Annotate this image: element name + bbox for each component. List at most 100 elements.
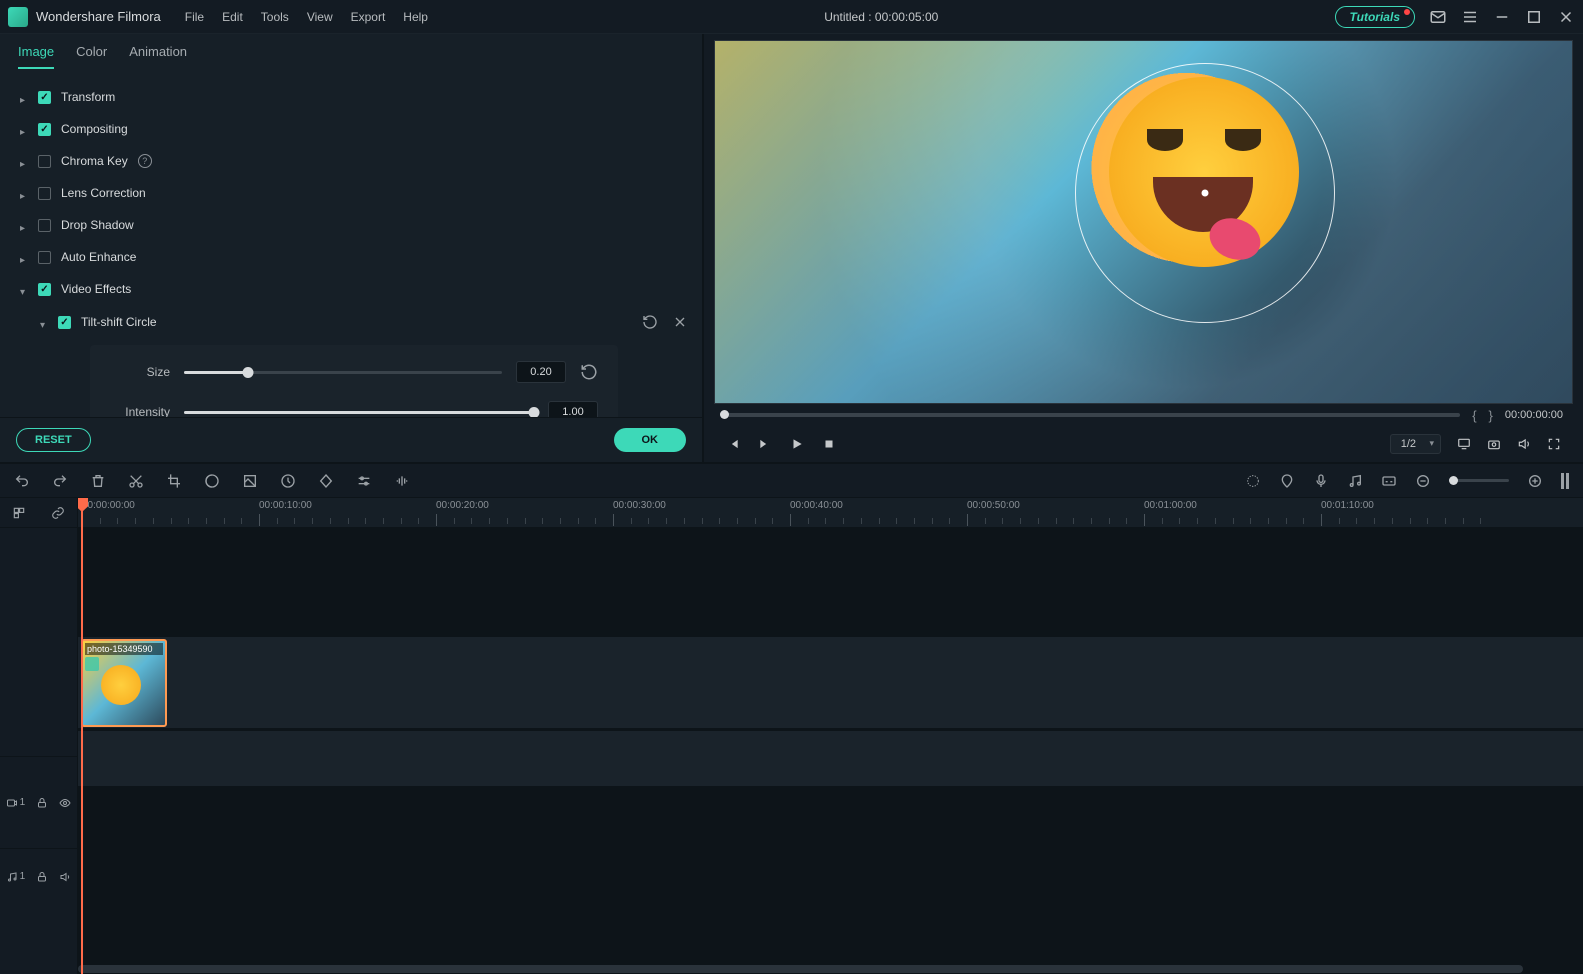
audio-wave-icon[interactable] [394,473,410,489]
checkbox-compositing[interactable] [38,123,51,136]
zoom-fit-icon[interactable] [1561,473,1569,489]
play-button[interactable] [790,437,804,451]
menu-view[interactable]: View [307,10,333,24]
tab-animation[interactable]: Animation [129,44,187,69]
caret-right-icon [20,252,30,262]
document-title: Untitled : 00:00:05:00 [428,10,1335,24]
checkbox-vfx[interactable] [38,283,51,296]
intensity-slider[interactable] [184,411,534,414]
fullscreen-icon[interactable] [1547,437,1561,451]
properties-panel: Image Color Animation Transform Composit… [0,34,704,462]
green-screen-icon[interactable] [242,473,258,489]
preview-canvas[interactable] [714,40,1573,404]
menu-file[interactable]: File [185,10,204,24]
size-slider[interactable] [184,371,502,374]
playhead[interactable] [81,498,83,974]
menu-edit[interactable]: Edit [222,10,243,24]
adjust-icon[interactable] [356,473,372,489]
lock-track-icon[interactable] [36,797,48,809]
lock-audio-icon[interactable] [36,871,48,883]
cut-icon[interactable] [128,473,144,489]
maximize-button[interactable] [1525,8,1543,26]
size-value[interactable]: 0.20 [516,361,566,383]
delete-icon[interactable] [90,473,106,489]
speed-icon[interactable] [280,473,296,489]
audio-mixer-icon[interactable] [1347,473,1363,489]
link-icon[interactable] [51,506,65,520]
ruler-mark: 00:01:00:00 [1144,500,1197,511]
display-icon[interactable] [1457,437,1471,451]
checkbox-tilt[interactable] [58,316,71,329]
mark-out-icon[interactable]: } [1489,408,1493,423]
ruler-mark: 00:00:30:00 [613,500,666,511]
visibility-track-icon[interactable] [59,797,71,809]
volume-icon[interactable] [1517,437,1531,451]
prop-compositing[interactable]: Compositing [14,113,688,145]
reset-effect-icon[interactable] [642,314,658,330]
menu-help[interactable]: Help [403,10,428,24]
prop-tilt-shift[interactable]: Tilt-shift Circle [14,305,688,339]
video-track[interactable]: photo-15349590 [78,636,1583,728]
reset-button[interactable]: RESET [16,428,91,452]
ruler-mark: 00:00:10:00 [259,500,312,511]
crop-icon[interactable] [166,473,182,489]
prop-video-effects[interactable]: Video Effects [14,273,688,305]
close-button[interactable] [1557,8,1575,26]
zoom-out-icon[interactable] [1415,473,1431,489]
redo-icon[interactable] [52,473,68,489]
caption-icon[interactable] [1381,473,1397,489]
preview-quality-select[interactable]: 1/2 [1390,434,1441,454]
titlebar: Wondershare Filmora File Edit Tools View… [0,0,1583,34]
checkbox-transform[interactable] [38,91,51,104]
next-frame-button[interactable] [758,437,772,451]
effect-badge-icon [85,657,99,671]
help-icon[interactable]: ? [138,154,152,168]
mute-audio-icon[interactable] [59,871,71,883]
timeline-ruler[interactable]: 00:00:00:0000:00:10:0000:00:20:0000:00:3… [78,498,1583,528]
render-icon[interactable] [1245,473,1261,489]
stop-button[interactable] [822,437,836,451]
caret-right-icon [20,220,30,230]
intensity-label: Intensity [110,405,170,417]
prev-frame-button[interactable] [726,437,740,451]
marker-icon[interactable] [1279,473,1295,489]
prop-lens-correction[interactable]: Lens Correction [14,177,688,209]
ok-button[interactable]: OK [614,428,687,452]
timeline-clip[interactable]: photo-15349590 [81,639,167,727]
checkbox-auto[interactable] [38,251,51,264]
tab-image[interactable]: Image [18,44,54,69]
snapshot-icon[interactable] [1487,437,1501,451]
intensity-value[interactable]: 1.00 [548,401,598,417]
minimize-button[interactable] [1493,8,1511,26]
menu-tools[interactable]: Tools [261,10,289,24]
track-manager-icon[interactable] [12,506,26,520]
scrub-track[interactable] [720,413,1460,417]
zoom-in-icon[interactable] [1527,473,1543,489]
undo-icon[interactable] [14,473,30,489]
timeline-scrollbar[interactable] [78,964,1583,974]
ruler-mark: 00:00:00:00 [82,500,135,511]
tutorials-button[interactable]: Tutorials [1335,6,1415,28]
checkbox-chroma[interactable] [38,155,51,168]
prop-drop-shadow[interactable]: Drop Shadow [14,209,688,241]
prop-transform[interactable]: Transform [14,81,688,113]
tilt-shift-circle-overlay[interactable] [1075,63,1335,323]
remove-effect-icon[interactable] [672,314,688,330]
mark-in-icon[interactable]: { [1472,408,1476,423]
audio-track[interactable] [78,730,1583,786]
zoom-slider[interactable] [1449,479,1509,482]
caret-right-icon [20,188,30,198]
list-icon[interactable] [1461,8,1479,26]
reset-size-icon[interactable] [580,363,598,381]
prop-chroma-key[interactable]: Chroma Key ? [14,145,688,177]
color-icon[interactable] [204,473,220,489]
notification-icon[interactable] [1429,8,1447,26]
checkbox-lens[interactable] [38,187,51,200]
record-voice-icon[interactable] [1313,473,1329,489]
keyframe-icon[interactable] [318,473,334,489]
menu-export[interactable]: Export [351,10,386,24]
prop-auto-enhance[interactable]: Auto Enhance [14,241,688,273]
tab-color[interactable]: Color [76,44,107,69]
prop-tilt-label: Tilt-shift Circle [81,315,157,329]
checkbox-drop[interactable] [38,219,51,232]
